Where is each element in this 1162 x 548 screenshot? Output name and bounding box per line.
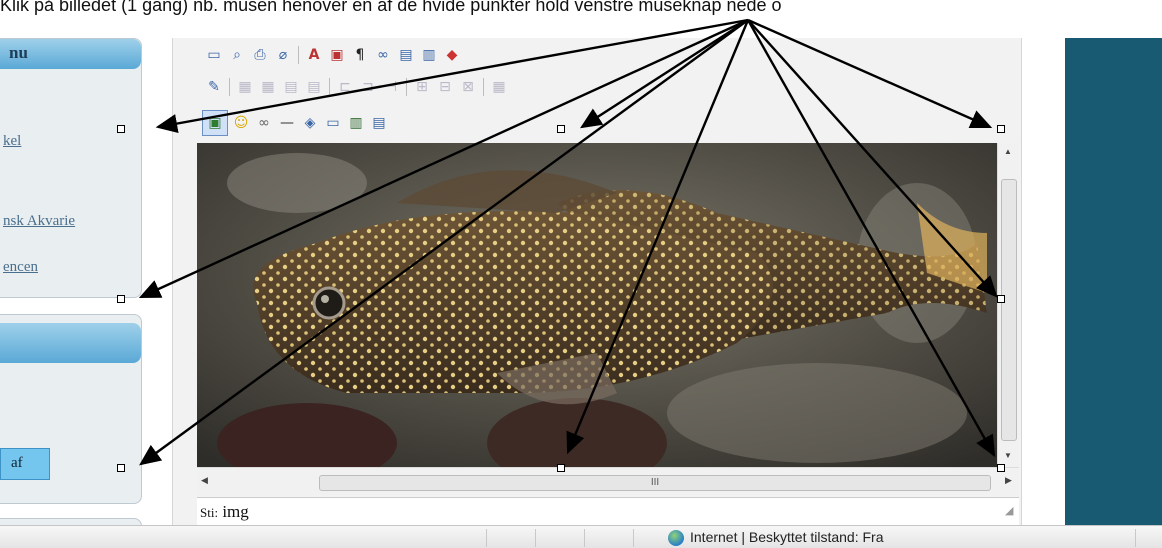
arrow-to-mid-right [747,19,998,298]
arrow-to-sidebar-bottom [139,19,749,466]
arrow-to-bottom-right [746,19,996,458]
arrow-to-sidebar-top [155,18,749,134]
arrow-to-top-right [747,18,993,129]
screenshot-root: Klik på billedet (1 gang) nb. musen heno… [0,0,1162,548]
annotation-arrows [138,18,998,466]
arrow-to-sidebar-mid [138,18,749,299]
